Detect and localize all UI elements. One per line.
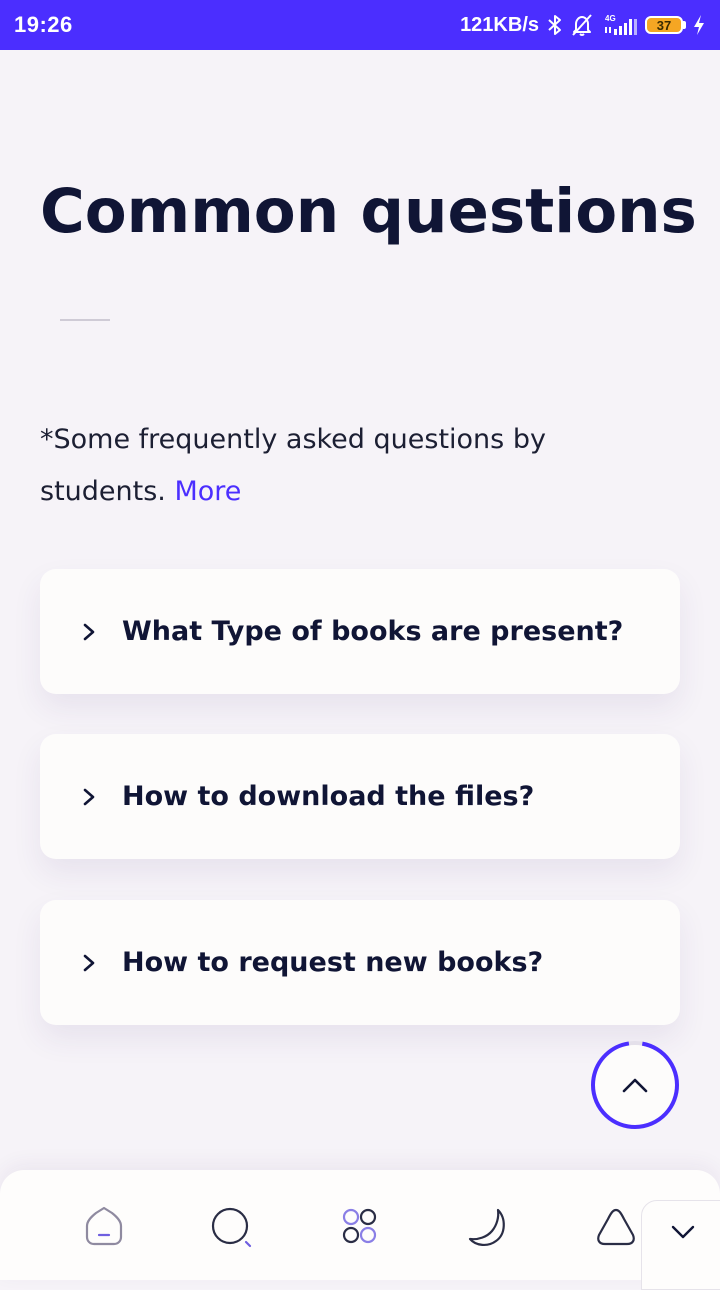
chevron-right-icon xyxy=(80,954,98,972)
title-divider xyxy=(60,319,110,321)
status-bar: 19:26 121KB/s 4G 37 xyxy=(0,0,720,50)
status-time: 19:26 xyxy=(14,12,73,37)
bottom-nav xyxy=(0,1170,720,1280)
charging-icon xyxy=(692,13,706,37)
faq-item-book-types[interactable]: What Type of books are present? xyxy=(40,569,680,694)
battery-level: 37 xyxy=(645,16,683,34)
faq-question: How to download the files? xyxy=(122,781,535,812)
chevron-right-icon xyxy=(80,788,98,806)
triangle-icon[interactable] xyxy=(594,1204,638,1248)
apps-icon[interactable] xyxy=(338,1204,382,1248)
collapse-nav-button[interactable] xyxy=(641,1200,720,1290)
status-indicators: 121KB/s 4G 37 xyxy=(460,12,706,38)
bell-off-icon xyxy=(569,12,595,38)
scroll-to-top-button[interactable] xyxy=(590,1040,680,1130)
faq-item-download-files[interactable]: How to download the files? xyxy=(40,734,680,859)
network-speed: 121KB/s xyxy=(460,13,539,36)
intro-description: *Some frequently asked questions by stud… xyxy=(40,424,546,507)
more-link[interactable]: More xyxy=(174,476,241,507)
network-type-label: 4G xyxy=(605,14,616,23)
page-title: Common questions xyxy=(40,176,697,247)
chevron-down-icon xyxy=(671,1225,695,1239)
battery-icon: 37 xyxy=(645,16,686,34)
faq-question: How to request new books? xyxy=(122,947,544,978)
chevron-right-icon xyxy=(80,623,98,641)
faq-item-request-books[interactable]: How to request new books? xyxy=(40,900,680,1025)
moon-icon[interactable] xyxy=(466,1204,510,1248)
intro-text: *Some frequently asked questions by stud… xyxy=(40,414,640,518)
faq-question: What Type of books are present? xyxy=(122,616,624,647)
bluetooth-icon xyxy=(547,13,563,37)
search-icon[interactable] xyxy=(210,1204,254,1248)
signal-icon: 4G xyxy=(601,12,639,38)
home-icon[interactable] xyxy=(82,1204,126,1248)
